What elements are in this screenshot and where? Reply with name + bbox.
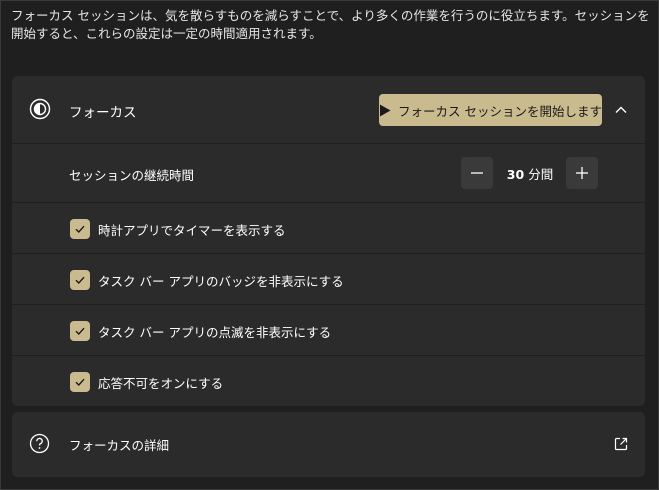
option-checkbox[interactable]	[70, 270, 90, 290]
increase-duration-button[interactable]	[566, 157, 598, 189]
checkmark-icon	[75, 225, 85, 234]
focus-card: フォーカス フォーカス セッションを開始します セッションの継続時間 30 分間	[12, 76, 645, 406]
details-title: フォーカスの詳細	[69, 438, 170, 453]
duration-number: 30	[506, 167, 525, 182]
option-label: 時計アプリでタイマーを表示する	[98, 223, 286, 238]
minus-icon	[471, 172, 483, 174]
option-checkbox[interactable]	[70, 372, 90, 392]
start-button-label: フォーカス セッションを開始します	[398, 103, 602, 119]
checkmark-icon	[75, 276, 85, 285]
option-checkbox[interactable]	[70, 219, 90, 239]
focus-title: フォーカス	[69, 105, 137, 121]
checkmark-icon	[75, 378, 85, 387]
option-row[interactable]: 時計アプリでタイマーを表示する	[12, 202, 645, 253]
option-label: 応答不可をオンにする	[98, 376, 224, 391]
focus-icon	[29, 98, 51, 120]
start-focus-session-button[interactable]: フォーカス セッションを開始します	[379, 94, 602, 126]
help-icon	[29, 433, 50, 454]
checkmark-icon	[75, 327, 85, 336]
chevron-up-icon[interactable]	[613, 102, 629, 118]
option-label: タスク バー アプリの点滅を非表示にする	[98, 325, 332, 340]
option-row[interactable]: 応答不可をオンにする	[12, 355, 645, 406]
duration-label: セッションの継続時間	[69, 168, 195, 183]
decrease-duration-button[interactable]	[461, 157, 493, 189]
session-duration-row: セッションの継続時間 30 分間	[12, 143, 645, 202]
duration-unit: 分間	[528, 167, 554, 182]
play-icon	[380, 104, 391, 116]
option-row[interactable]: タスク バー アプリの点滅を非表示にする	[12, 304, 645, 355]
focus-header-row[interactable]: フォーカス フォーカス セッションを開始します	[12, 76, 645, 143]
duration-value: 30 分間	[498, 164, 562, 183]
option-checkbox[interactable]	[70, 321, 90, 341]
description-text: フォーカス セッションは、気を散らすものを減らすことで、より多くの作業を行うのに…	[11, 8, 650, 41]
option-row[interactable]: タスク バー アプリのバッジを非表示にする	[12, 253, 645, 304]
plus-icon	[576, 167, 588, 179]
external-link-icon	[614, 437, 628, 451]
option-label: タスク バー アプリのバッジを非表示にする	[98, 274, 344, 289]
focus-details-link[interactable]: フォーカスの詳細	[12, 412, 645, 477]
